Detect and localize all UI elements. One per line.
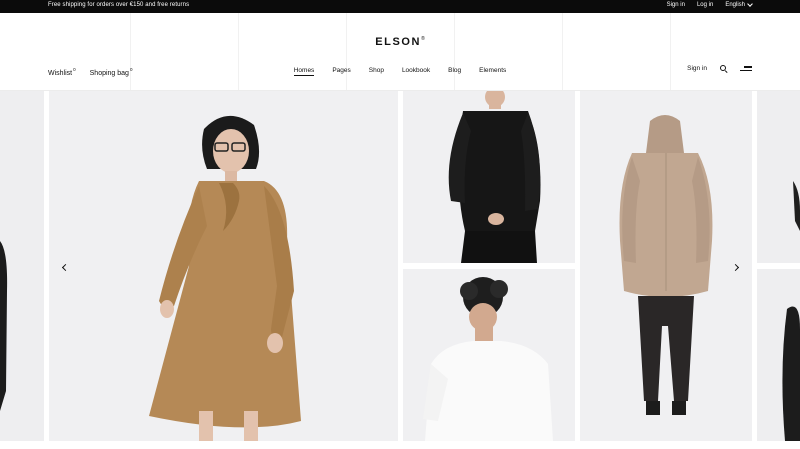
logo-text: ELSON bbox=[375, 36, 422, 48]
site-logo[interactable]: ELSON® bbox=[0, 36, 800, 48]
arrow-right-icon[interactable] bbox=[732, 263, 742, 273]
nav-item-shop[interactable]: Shop bbox=[369, 67, 384, 76]
jacket-model-illustration bbox=[580, 91, 752, 441]
right-partial-top-illustration bbox=[757, 91, 800, 263]
gallery-image-right-partial-top[interactable] bbox=[757, 91, 800, 263]
logo-registered-mark: ® bbox=[421, 36, 425, 42]
chevron-down-icon bbox=[747, 1, 753, 7]
promo-text: Free shipping for orders over €150 and f… bbox=[48, 2, 190, 8]
hamburger-menu-icon[interactable] bbox=[740, 66, 752, 71]
main-nav: Homes Pages Shop Lookbook Blog Elements bbox=[0, 67, 800, 76]
arrow-left-icon[interactable] bbox=[60, 263, 70, 273]
right-partial-bottom-illustration bbox=[757, 269, 800, 441]
topbar-log-in-link[interactable]: Log in bbox=[697, 2, 713, 8]
tee-model-illustration bbox=[403, 269, 575, 441]
nav-item-lookbook[interactable]: Lookbook bbox=[402, 67, 430, 76]
lookbook-gallery bbox=[0, 91, 800, 449]
gallery-image-right-partial-bottom[interactable] bbox=[757, 269, 800, 441]
nav-item-blog[interactable]: Blog bbox=[448, 67, 461, 76]
gallery-image-hooded-jacket[interactable] bbox=[580, 91, 752, 441]
language-label: English bbox=[725, 2, 745, 8]
search-icon[interactable] bbox=[720, 65, 727, 72]
header-right-tools: Sign in bbox=[687, 65, 752, 72]
gallery-image-white-tee[interactable] bbox=[403, 269, 575, 441]
partial-model-illustration bbox=[0, 91, 44, 441]
gallery-image-black-sweatshirt[interactable] bbox=[403, 91, 575, 263]
gallery-image-featured-dress[interactable] bbox=[49, 91, 398, 441]
sweatshirt-model-illustration bbox=[403, 91, 575, 263]
site-header: ELSON® Wishlist0 Shoping bag0 Homes Page… bbox=[0, 13, 800, 91]
topbar-links: Sign in Log in English bbox=[667, 1, 753, 8]
gallery-image-left-partial[interactable] bbox=[0, 91, 44, 441]
nav-item-elements[interactable]: Elements bbox=[479, 67, 506, 76]
nav-item-homes[interactable]: Homes bbox=[293, 67, 315, 76]
dress-model-illustration bbox=[49, 91, 398, 441]
nav-item-pages[interactable]: Pages bbox=[332, 67, 350, 76]
header-grid-lines bbox=[0, 13, 800, 90]
announcement-bar: Free shipping for orders over €150 and f… bbox=[0, 0, 800, 13]
header-sign-in-link[interactable]: Sign in bbox=[687, 65, 707, 72]
language-selector[interactable]: English bbox=[725, 1, 753, 8]
topbar-sign-in-link[interactable]: Sign in bbox=[667, 2, 685, 8]
